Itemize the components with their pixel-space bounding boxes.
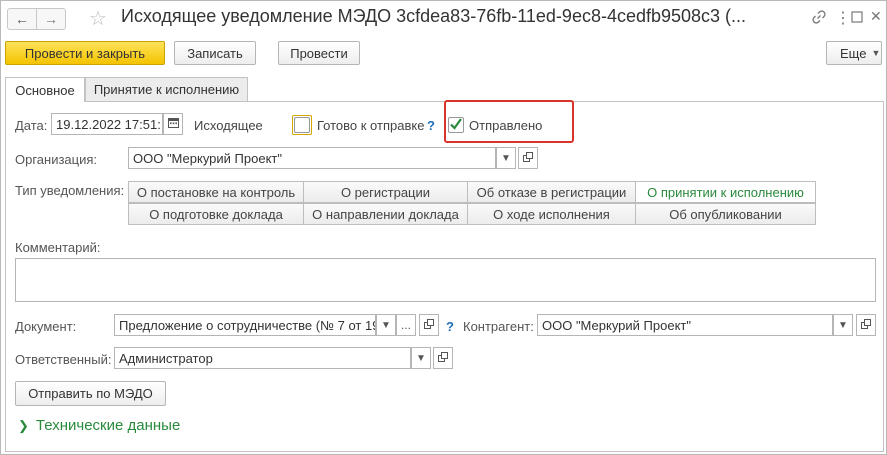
calendar-button[interactable] [163, 113, 183, 135]
post-and-close-button[interactable]: Провести и закрыть [5, 41, 165, 65]
tab-main[interactable]: Основное [5, 77, 85, 102]
open-icon [861, 318, 871, 332]
send-medo-button[interactable]: Отправить по МЭДО [15, 381, 166, 406]
comment-field[interactable] [15, 258, 876, 302]
arrow-right-icon: → [44, 11, 58, 27]
more-label: Еще [840, 45, 867, 61]
resp-dropdown-button[interactable]: ▼ [411, 347, 431, 369]
tech-section-label: Технические данные [35, 417, 181, 434]
type-registration[interactable]: О регистрации [303, 181, 468, 203]
save-button[interactable]: Записать [174, 41, 256, 65]
calendar-icon [167, 117, 179, 131]
contractor-open-button[interactable] [856, 314, 876, 336]
date-field[interactable]: 19.12.2022 17:51: [51, 113, 163, 135]
chevron-down-icon: ▼ [501, 152, 511, 164]
type-registration-refusal[interactable]: Об отказе в регистрации [467, 181, 636, 203]
help-icon[interactable]: ? [427, 118, 435, 133]
type-report-sending[interactable]: О направлении доклада [303, 203, 468, 225]
doc-label: Документ: [15, 319, 77, 334]
contractor-field[interactable]: ООО "Меркурий Проект" [537, 314, 833, 336]
close-icon[interactable]: ✕ [870, 8, 882, 25]
tech-section-toggle[interactable]: ❯ Технические данные [18, 417, 180, 434]
ready-label: Готово к отправке [317, 118, 425, 133]
tab-acceptance[interactable]: Принятие к исполнению [85, 77, 248, 101]
date-label: Дата: [15, 118, 48, 133]
maximize-icon[interactable] [851, 10, 863, 26]
forward-button[interactable]: → [36, 8, 66, 30]
open-icon [438, 351, 448, 365]
arrow-left-icon: ← [15, 11, 29, 27]
comment-label: Комментарий: [15, 240, 101, 255]
chevron-down-icon: ▼ [838, 319, 848, 331]
org-label: Организация: [15, 152, 98, 167]
back-button[interactable]: ← [7, 8, 37, 30]
open-icon [523, 151, 533, 165]
doc-dropdown-button[interactable]: ▼ [376, 314, 396, 336]
title-bar: ← → ☆ Исходящее уведомление МЭДО 3cfdea8… [1, 1, 886, 35]
doc-select-button[interactable]: ... [396, 314, 416, 336]
chevron-down-icon: ▼ [871, 48, 881, 58]
resp-label: Ответственный: [15, 352, 112, 367]
link-icon[interactable] [812, 10, 826, 27]
post-button[interactable]: Провести [278, 41, 360, 65]
type-on-control[interactable]: О постановке на контроль [128, 181, 304, 203]
resp-field[interactable]: Администратор [114, 347, 411, 369]
type-acceptance[interactable]: О принятии к исполнению [635, 181, 816, 203]
type-label: Тип уведомления: [15, 183, 125, 198]
doc-open-button[interactable] [419, 314, 439, 336]
star-icon[interactable]: ☆ [89, 6, 107, 31]
chevron-right-icon: ❯ [18, 417, 29, 433]
highlight-frame [444, 100, 574, 143]
window-title: Исходящее уведомление МЭДО 3cfdea83-76fb… [121, 6, 747, 26]
document-window: ← → ☆ Исходящее уведомление МЭДО 3cfdea8… [0, 0, 887, 455]
more-vertical-icon[interactable]: ⋮ [835, 8, 851, 28]
chevron-down-icon: ▼ [381, 319, 391, 331]
org-open-button[interactable] [518, 147, 538, 169]
direction-label: Исходящее [194, 118, 263, 133]
doc-field[interactable]: Предложение о сотрудничестве (№ 7 от 19 [114, 314, 376, 336]
contractor-dropdown-button[interactable]: ▼ [833, 314, 853, 336]
chevron-down-icon: ▼ [416, 352, 426, 364]
type-publication[interactable]: Об опубликовании [635, 203, 816, 225]
help-icon[interactable]: ? [446, 319, 454, 334]
more-button[interactable]: Еще ▼ [826, 41, 882, 65]
resp-open-button[interactable] [433, 347, 453, 369]
type-report-preparation[interactable]: О подготовке доклада [128, 203, 304, 225]
org-dropdown-button[interactable]: ▼ [496, 147, 516, 169]
open-icon [424, 318, 434, 332]
type-progress[interactable]: О ходе исполнения [467, 203, 636, 225]
contractor-label: Контрагент: [463, 319, 534, 334]
org-field[interactable]: ООО "Меркурий Проект" [128, 147, 496, 169]
ready-checkbox[interactable] [292, 115, 312, 135]
